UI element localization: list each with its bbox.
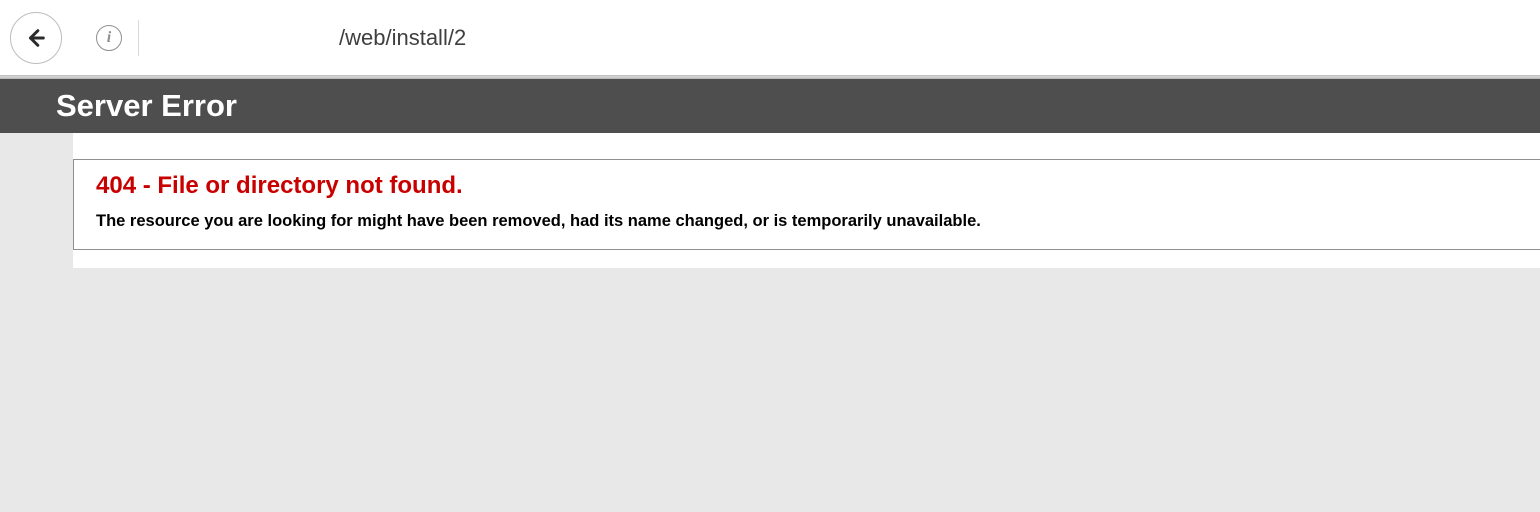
error-header-band: Server Error <box>0 79 1540 133</box>
error-box: 404 - File or directory not found. The r… <box>73 159 1540 250</box>
info-glyph: i <box>107 29 111 47</box>
page-title: Server Error <box>56 88 237 124</box>
browser-toolbar: i <box>0 0 1540 76</box>
error-description: The resource you are looking for might h… <box>96 212 1518 231</box>
error-heading: 404 - File or directory not found. <box>96 172 1518 200</box>
back-button[interactable] <box>10 12 62 64</box>
arrow-left-icon <box>25 27 47 49</box>
site-info-icon[interactable]: i <box>96 25 122 51</box>
content-container: 404 - File or directory not found. The r… <box>73 133 1540 268</box>
address-bar[interactable] <box>139 18 1540 58</box>
